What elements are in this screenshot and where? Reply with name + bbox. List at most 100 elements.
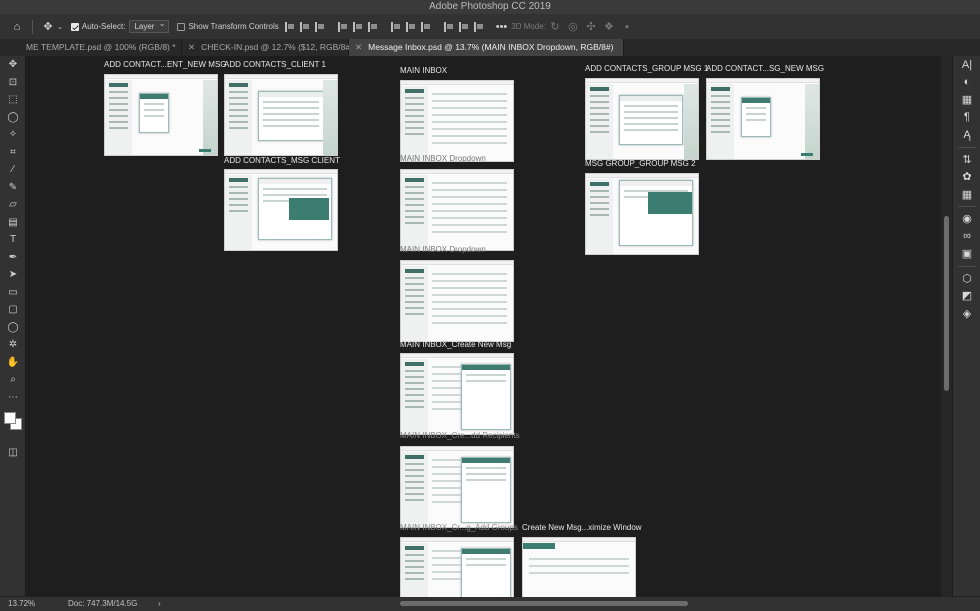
scroll-thumb[interactable]: [944, 216, 949, 391]
align-buttons: [284, 21, 484, 32]
artboard-label: ADD CONTACT...SG_NEW MSG: [706, 64, 825, 73]
color-swatches: [0, 406, 26, 436]
show-transform-label: Show Transform Controls: [188, 22, 279, 31]
artboard-thumbnail[interactable]: [224, 169, 338, 251]
artboard-thumbnail[interactable]: [706, 78, 820, 160]
lasso-icon[interactable]: ◯: [0, 109, 26, 127]
paragraph-icon[interactable]: ¶: [953, 109, 980, 127]
artboard-thumbnail[interactable]: [585, 173, 699, 255]
divider: [957, 206, 976, 207]
artboard-label: MAIN INBOX Dropdown: [400, 154, 486, 163]
artboard-thumbnail[interactable]: [400, 80, 514, 162]
brush-icon[interactable]: ✎: [0, 179, 26, 197]
grid-icon[interactable]: ▦: [953, 186, 980, 204]
3d-slide-icon[interactable]: ❖: [600, 18, 618, 36]
artboard-thumbnail[interactable]: [400, 537, 514, 597]
rectangle-icon[interactable]: ▭: [0, 284, 26, 302]
character-icon[interactable]: A|: [953, 56, 980, 74]
align-top-icon[interactable]: [337, 21, 348, 32]
3d-pan-icon[interactable]: ✣: [582, 18, 600, 36]
chevron-down-icon[interactable]: ⌄: [57, 23, 63, 31]
type-icon[interactable]: T: [0, 231, 26, 249]
tools-panel: ✥ ⊡ ⬚ ◯ ✧ ⌗ ∕ ✎ ▱ ▤ T ✒ ➤ ▭ ▢ ◯ ✲ ✋ ⌕ ⋯ …: [0, 56, 26, 596]
artboard-thumbnail[interactable]: [400, 446, 514, 528]
artboard-label: ADD CONTACTS_MSG CLIENT: [224, 156, 340, 165]
artboard-thumbnail[interactable]: [522, 537, 636, 597]
window-title: Adobe Photoshop CC 2019: [429, 1, 551, 12]
artboard-label: MAIN INBOX_Create New Msg: [400, 340, 512, 349]
artboards-icon[interactable]: ▣: [953, 245, 980, 263]
artboard-thumbnail[interactable]: [400, 169, 514, 251]
status-menu-arrow[interactable]: ›: [158, 597, 161, 611]
rounded-rect-icon[interactable]: ▢: [0, 301, 26, 319]
layers-icon[interactable]: ◈: [953, 305, 980, 323]
distribute-hcenter-icon[interactable]: [458, 21, 469, 32]
distribute-right-icon[interactable]: [473, 21, 484, 32]
align-bottom-icon[interactable]: [367, 21, 378, 32]
title-bar: Adobe Photoshop CC 2019: [0, 0, 980, 14]
tab-me-template[interactable]: ME TEMPLATE.psd @ 100% (RGB/8) *: [0, 39, 182, 56]
options-bar: ⌂ ✥ ⌄ Auto-Select: Layer Show Transform …: [0, 14, 980, 39]
properties-icon[interactable]: ◩: [953, 287, 980, 305]
artboard-label: MSG GROUP_GROUP MSG 2: [585, 159, 696, 168]
artboard-thumbnail[interactable]: [104, 74, 218, 156]
auto-select-dropdown[interactable]: Layer: [129, 19, 170, 33]
align-left-icon[interactable]: [284, 21, 295, 32]
eraser-icon[interactable]: ▱: [0, 196, 26, 214]
document-canvas[interactable]: ADD CONTACT...ENT_NEW MSG ADD CONTACTS_C…: [27, 56, 941, 597]
path-select-icon[interactable]: ➤: [0, 266, 26, 284]
distribute-vcenter-icon[interactable]: [405, 21, 416, 32]
close-icon[interactable]: ✕: [355, 42, 362, 52]
artboard-icon[interactable]: ⊡: [0, 74, 26, 92]
3d-roll-icon[interactable]: ◎: [564, 18, 582, 36]
distribute-bottom-icon[interactable]: [420, 21, 431, 32]
eyedropper-icon[interactable]: ∕: [0, 161, 26, 179]
distribute-left-icon[interactable]: [443, 21, 454, 32]
auto-select-checkbox[interactable]: [70, 22, 79, 31]
move-icon[interactable]: ✥: [0, 56, 26, 74]
tab-message-inbox[interactable]: ✕ Message Inbox.psd @ 13.7% (MAIN INBOX D…: [349, 39, 624, 56]
tab-label: Message Inbox.psd @ 13.7% (MAIN INBOX Dr…: [368, 42, 614, 52]
3d-orbit-icon[interactable]: ↻: [546, 18, 564, 36]
color-icon[interactable]: ◐: [953, 74, 980, 92]
crop-icon[interactable]: ⌗: [0, 144, 26, 162]
zoom-icon[interactable]: ⌕: [0, 371, 26, 389]
home-icon[interactable]: ⌂: [8, 18, 26, 36]
artboard-thumbnail[interactable]: [400, 260, 514, 342]
adjustments-icon[interactable]: ⇅: [953, 151, 980, 169]
glyphs-icon[interactable]: Ą: [953, 126, 980, 144]
libraries-icon[interactable]: ◉: [953, 210, 980, 228]
zoom-level[interactable]: 13.72%: [8, 597, 35, 611]
align-hcenter-icon[interactable]: [299, 21, 310, 32]
tab-check-in[interactable]: ✕ CHECK-IN.psd @ 12.7% ($12, RGB/8#): [182, 39, 353, 56]
quick-mask-icon[interactable]: ◫: [0, 444, 26, 462]
3d-scale-icon[interactable]: ▪: [618, 18, 636, 36]
pen-icon[interactable]: ✒: [0, 249, 26, 267]
divider: [957, 146, 976, 148]
photoshop-window: Adobe Photoshop CC 2019 ⌂ ✥ ⌄ Auto-Selec…: [0, 0, 980, 611]
artboard-thumbnail[interactable]: [585, 78, 699, 160]
custom-shape-icon[interactable]: ✲: [0, 336, 26, 354]
gradient-icon[interactable]: ▤: [0, 214, 26, 232]
move-icon[interactable]: ✥: [39, 18, 57, 36]
close-icon[interactable]: ✕: [188, 42, 195, 52]
3d-icon[interactable]: ⬡: [953, 270, 980, 288]
marquee-icon[interactable]: ⬚: [0, 91, 26, 109]
show-transform-checkbox[interactable]: [177, 22, 186, 31]
vertical-scrollbar[interactable]: [941, 56, 952, 597]
more-tools-icon[interactable]: ⋯: [0, 389, 26, 407]
creative-cloud-icon[interactable]: ∞: [953, 228, 980, 246]
align-vcenter-icon[interactable]: [352, 21, 363, 32]
distribute-top-icon[interactable]: [390, 21, 401, 32]
magic-wand-icon[interactable]: ✧: [0, 126, 26, 144]
ellipse-icon[interactable]: ◯: [0, 319, 26, 337]
artboard-thumbnail[interactable]: [400, 353, 514, 435]
artboard-thumbnail[interactable]: [224, 74, 338, 156]
styles-icon[interactable]: ✿: [953, 168, 980, 186]
horizontal-scrollbar[interactable]: [400, 601, 688, 606]
align-right-icon[interactable]: [314, 21, 325, 32]
hand-icon[interactable]: ✋: [0, 354, 26, 372]
more-options-button[interactable]: •••: [496, 21, 508, 33]
foreground-color-swatch[interactable]: [4, 412, 16, 424]
swatches-icon[interactable]: ▦: [953, 91, 980, 109]
